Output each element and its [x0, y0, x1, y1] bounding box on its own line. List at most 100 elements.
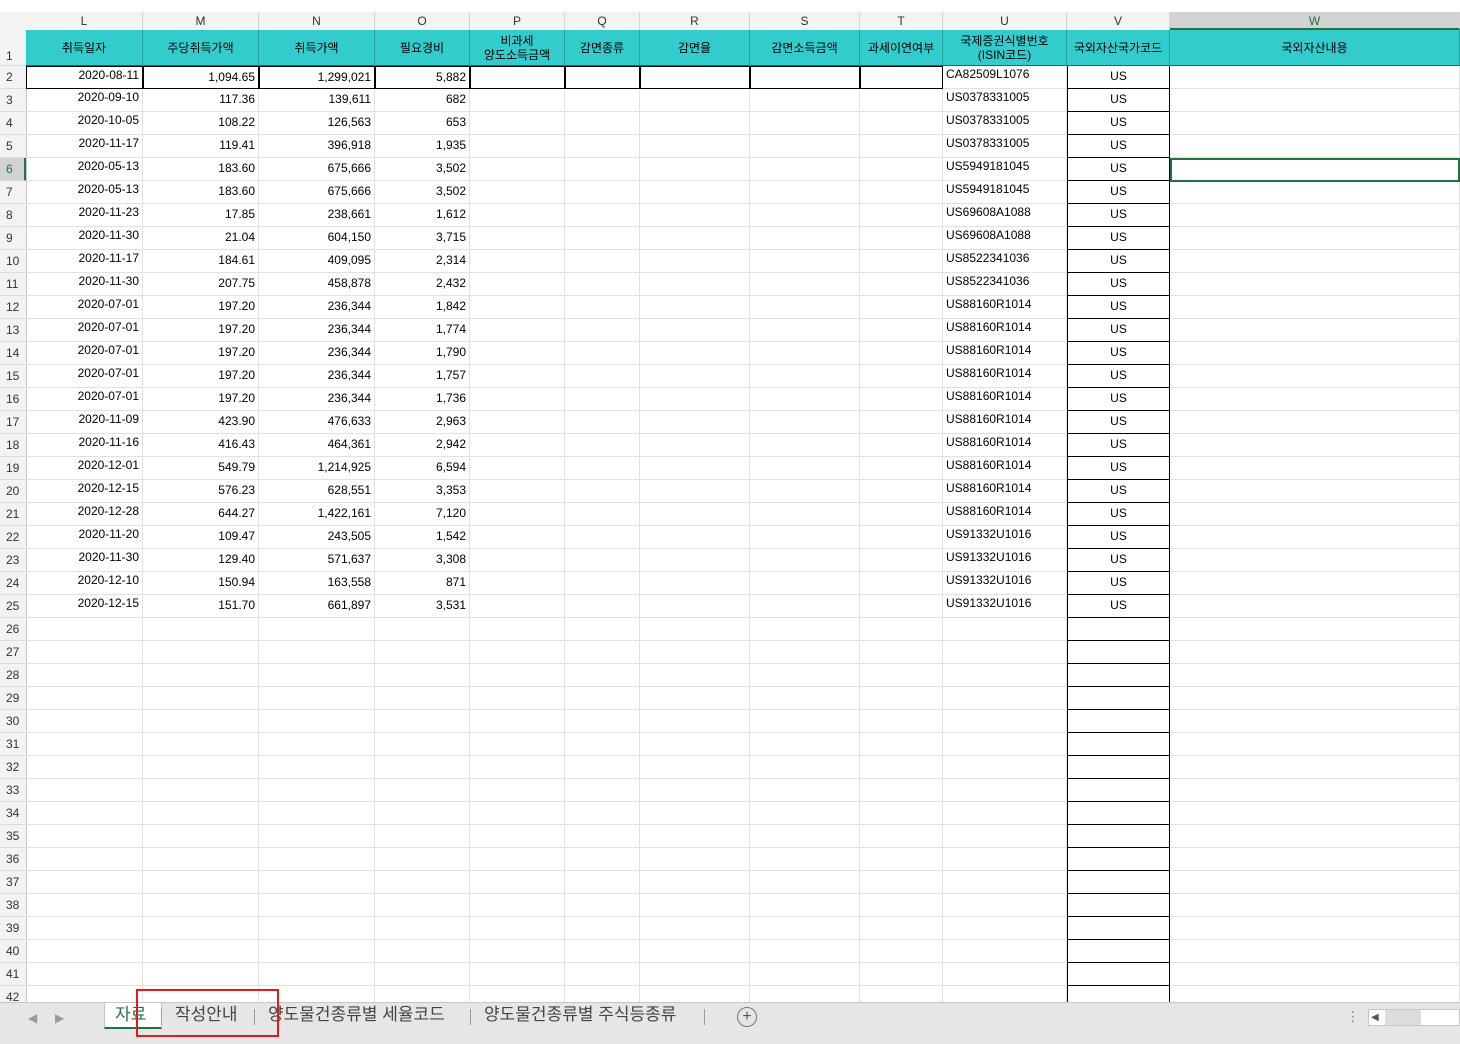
cell-n16[interactable]: 236,344 — [259, 388, 375, 411]
cell-u13[interactable]: US88160R1014 — [943, 319, 1067, 342]
cell-o15[interactable]: 1,757 — [375, 365, 470, 388]
cell-p23[interactable] — [470, 549, 565, 572]
cell-q18[interactable] — [565, 434, 640, 457]
cell-o30[interactable] — [375, 710, 470, 733]
cell-n29[interactable] — [259, 687, 375, 710]
row-header-28[interactable]: 28 — [0, 664, 26, 687]
cell-p11[interactable] — [470, 273, 565, 296]
cell-q34[interactable] — [565, 802, 640, 825]
cell-w5[interactable] — [1170, 135, 1460, 158]
cell-u17[interactable]: US88160R1014 — [943, 411, 1067, 434]
cell-r38[interactable] — [640, 894, 750, 917]
cell-o7[interactable]: 3,502 — [375, 181, 470, 204]
cell-n30[interactable] — [259, 710, 375, 733]
column-header-v[interactable]: V — [1067, 12, 1170, 30]
header-cell-t[interactable]: 과세이연여부 — [860, 30, 943, 66]
cell-s17[interactable] — [750, 411, 860, 434]
header-cell-v[interactable]: 국외자산국가코드 — [1067, 30, 1170, 66]
cell-l9[interactable]: 2020-11-30 — [26, 227, 143, 250]
cell-s10[interactable] — [750, 250, 860, 273]
cell-s34[interactable] — [750, 802, 860, 825]
cell-q29[interactable] — [565, 687, 640, 710]
cell-s25[interactable] — [750, 595, 860, 618]
cell-r37[interactable] — [640, 871, 750, 894]
cell-w32[interactable] — [1170, 756, 1460, 779]
cell-v18[interactable]: US — [1067, 434, 1170, 457]
cell-r34[interactable] — [640, 802, 750, 825]
cell-o35[interactable] — [375, 825, 470, 848]
cell-s39[interactable] — [750, 917, 860, 940]
cell-o23[interactable]: 3,308 — [375, 549, 470, 572]
cell-u39[interactable] — [943, 917, 1067, 940]
cell-r11[interactable] — [640, 273, 750, 296]
cell-q13[interactable] — [565, 319, 640, 342]
cell-u11[interactable]: US8522341036 — [943, 273, 1067, 296]
row-header-7[interactable]: 7 — [0, 181, 26, 204]
cell-v26[interactable] — [1067, 618, 1170, 641]
cell-q19[interactable] — [565, 457, 640, 480]
cell-n38[interactable] — [259, 894, 375, 917]
cell-q39[interactable] — [565, 917, 640, 940]
cell-t20[interactable] — [860, 480, 943, 503]
row-header-2[interactable]: 2 — [0, 66, 26, 89]
cell-m22[interactable]: 109.47 — [143, 526, 259, 549]
cell-m32[interactable] — [143, 756, 259, 779]
cell-l18[interactable]: 2020-11-16 — [26, 434, 143, 457]
cell-u30[interactable] — [943, 710, 1067, 733]
cell-w16[interactable] — [1170, 388, 1460, 411]
cell-o4[interactable]: 653 — [375, 112, 470, 135]
cell-p13[interactable] — [470, 319, 565, 342]
column-header-l[interactable]: L — [26, 12, 143, 30]
cell-v13[interactable]: US — [1067, 319, 1170, 342]
spreadsheet-area[interactable]: LMNOPQRSTUVW 1 2 3 4 5 6 7 8 9 10 11 12 13 14 15 16 17 18… — [0, 0, 1460, 1002]
cell-n37[interactable] — [259, 871, 375, 894]
cell-o37[interactable] — [375, 871, 470, 894]
cell-m34[interactable] — [143, 802, 259, 825]
cell-m36[interactable] — [143, 848, 259, 871]
cell-l15[interactable]: 2020-07-01 — [26, 365, 143, 388]
cell-v15[interactable]: US — [1067, 365, 1170, 388]
row-header-31[interactable]: 31 — [0, 733, 26, 756]
cell-l4[interactable]: 2020-10-05 — [26, 112, 143, 135]
cell-t11[interactable] — [860, 273, 943, 296]
cell-t6[interactable] — [860, 158, 943, 181]
cell-u14[interactable]: US88160R1014 — [943, 342, 1067, 365]
cell-w22[interactable] — [1170, 526, 1460, 549]
cell-w29[interactable] — [1170, 687, 1460, 710]
next-sheet-icon[interactable]: ▶ — [55, 1011, 64, 1025]
cell-m27[interactable] — [143, 641, 259, 664]
cell-q38[interactable] — [565, 894, 640, 917]
cell-o36[interactable] — [375, 848, 470, 871]
cell-s26[interactable] — [750, 618, 860, 641]
cell-m23[interactable]: 129.40 — [143, 549, 259, 572]
cell-l13[interactable]: 2020-07-01 — [26, 319, 143, 342]
cell-n27[interactable] — [259, 641, 375, 664]
cell-n36[interactable] — [259, 848, 375, 871]
cell-l24[interactable]: 2020-12-10 — [26, 572, 143, 595]
horizontal-scrollbar[interactable]: ◀ — [1368, 1009, 1460, 1026]
cell-p31[interactable] — [470, 733, 565, 756]
cell-s16[interactable] — [750, 388, 860, 411]
row-header-32[interactable]: 32 — [0, 756, 26, 779]
cell-m41[interactable] — [143, 963, 259, 986]
cell-s6[interactable] — [750, 158, 860, 181]
cell-r10[interactable] — [640, 250, 750, 273]
cell-w4[interactable] — [1170, 112, 1460, 135]
row-header-13[interactable]: 13 — [0, 319, 26, 342]
cell-m7[interactable]: 183.60 — [143, 181, 259, 204]
cell-m20[interactable]: 576.23 — [143, 480, 259, 503]
cell-n26[interactable] — [259, 618, 375, 641]
cell-m2[interactable]: 1,094.65 — [143, 66, 259, 89]
cell-r17[interactable] — [640, 411, 750, 434]
cell-m16[interactable]: 197.20 — [143, 388, 259, 411]
cell-p15[interactable] — [470, 365, 565, 388]
row-header-25[interactable]: 25 — [0, 595, 26, 618]
cell-u27[interactable] — [943, 641, 1067, 664]
cell-t27[interactable] — [860, 641, 943, 664]
cell-q36[interactable] — [565, 848, 640, 871]
cell-q41[interactable] — [565, 963, 640, 986]
cell-w14[interactable] — [1170, 342, 1460, 365]
cell-s37[interactable] — [750, 871, 860, 894]
cell-q3[interactable] — [565, 89, 640, 112]
cell-s22[interactable] — [750, 526, 860, 549]
